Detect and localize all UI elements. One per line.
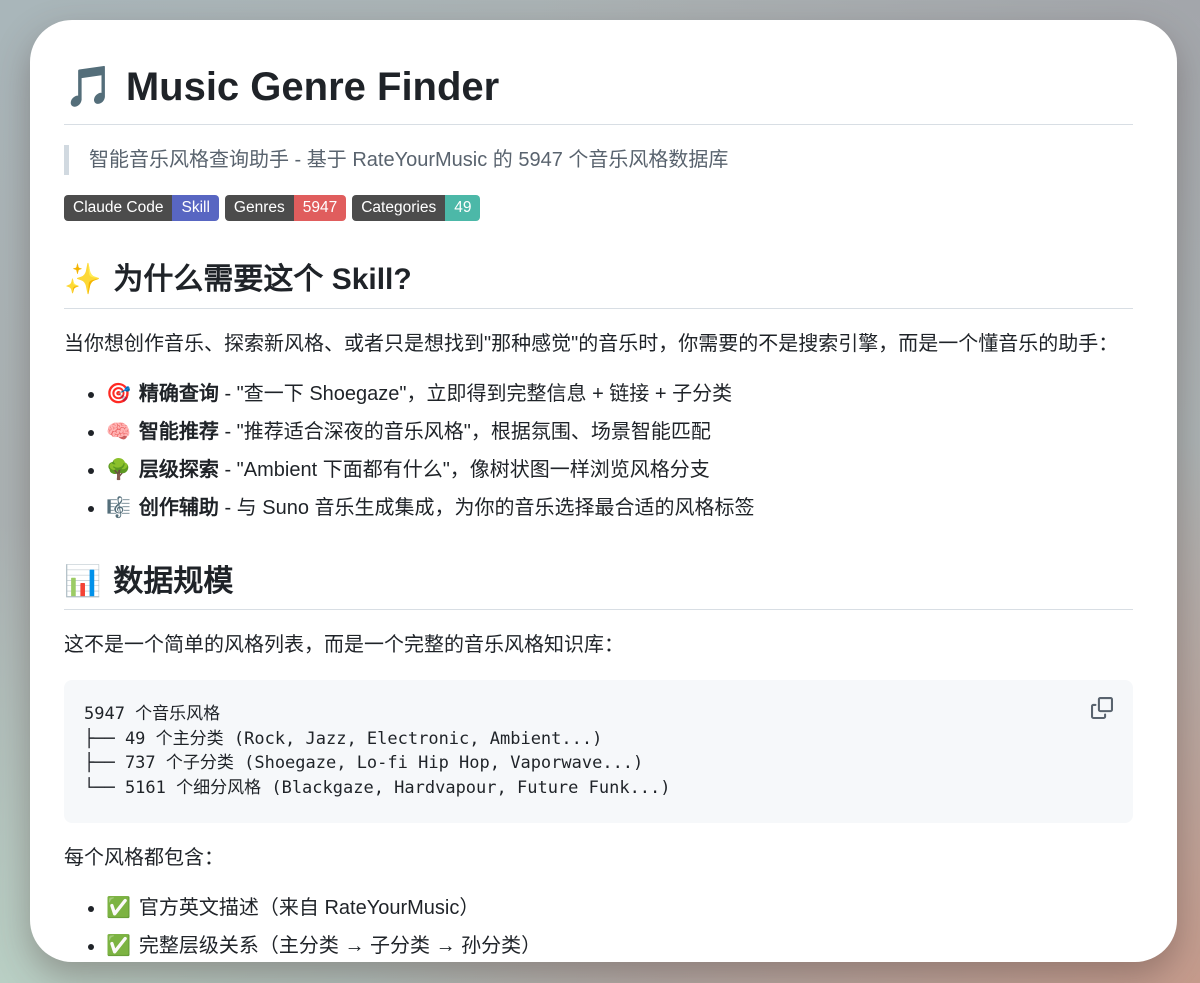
copy-icon: [1091, 696, 1113, 722]
musical-score-emoji: 🎼: [106, 496, 131, 519]
badge-row: Claude Code Skill Genres 5947 Categories 49: [64, 195, 1133, 221]
tree-emoji: 🌳: [106, 458, 131, 481]
dart-emoji: 🎯: [106, 382, 131, 405]
badge-label: Categories: [352, 195, 446, 221]
includes-text: 完整层级关系（主分类 → 子分类 → 孙分类）: [138, 934, 542, 957]
feature-label: 精确查询: [138, 382, 219, 405]
check-mark-emoji: ✅: [106, 934, 131, 957]
badge-categories-count: Categories 49: [352, 195, 481, 221]
subtitle-text: 智能音乐风格查询助手 - 基于 RateYourMusic 的 5947 个音乐…: [89, 149, 729, 171]
data-intro-paragraph: 这不是一个简单的风格列表，而是一个完整的音乐风格知识库：: [64, 634, 624, 656]
feature-label: 层级探索: [138, 458, 219, 481]
includes-item-hierarchy: ✅ 完整层级关系（主分类 → 子分类 → 孙分类）: [106, 931, 1133, 961]
badge-label: Claude Code: [64, 195, 173, 221]
includes-text: 官方英文描述（来自 RateYourMusic）: [138, 896, 480, 919]
readme-card: 🎵 Music Genre Finder 智能音乐风格查询助手 - 基于 Rate…: [30, 20, 1177, 962]
includes-item-description: ✅ 官方英文描述（来自 RateYourMusic）: [106, 893, 1133, 923]
feature-item-creation-assist: 🎼 创作辅助 - 与 Suno 音乐生成集成，为你的音乐选择最合适的风格标签: [106, 493, 1133, 523]
feature-label: 创作辅助: [138, 496, 219, 519]
badge-value: Skill: [172, 195, 219, 221]
section-data-heading-text: 数据规模: [113, 564, 234, 598]
feature-text: - "Ambient 下面都有什么"，像树状图一样浏览风格分支: [218, 458, 710, 481]
genre-tree-code-block: 5947 个音乐风格 ├── 49 个主分类 (Rock, Jazz, Elec…: [64, 680, 1133, 823]
includes-list: ✅ 官方英文描述（来自 RateYourMusic） ✅ 完整层级关系（主分类 → …: [64, 893, 1133, 961]
genre-tree-text: 5947 个音乐风格 ├── 49 个主分类 (Rock, Jazz, Elec…: [84, 704, 671, 798]
section-why-heading-text: 为什么需要这个 Skill?: [113, 263, 412, 296]
music-note-emoji: 🎵: [64, 65, 114, 109]
copy-code-button[interactable]: [1085, 692, 1119, 726]
feature-list: 🎯 精确查询 - "查一下 Shoegaze"，立即得到完整信息 + 链接 + 子…: [64, 379, 1133, 523]
section-data-heading: 📊 数据规模: [64, 563, 1133, 610]
feature-item-smart-recommend: 🧠 智能推荐 - "推荐适合深夜的音乐风格"，根据氛围、场景智能匹配: [106, 417, 1133, 447]
subtitle-blockquote: 智能音乐风格查询助手 - 基于 RateYourMusic 的 5947 个音乐…: [64, 145, 1133, 175]
brain-emoji: 🧠: [106, 420, 131, 443]
badge-value: 5947: [293, 195, 347, 221]
feature-text: - "推荐适合深夜的音乐风格"，根据氛围、场景智能匹配: [218, 420, 711, 443]
badge-genres-count: Genres 5947: [224, 195, 347, 221]
why-intro-paragraph: 当你想创作音乐、探索新风格、或者只是想找到"那种感觉"的音乐时，你需要的不是搜索…: [64, 332, 1119, 355]
badge-value: 49: [445, 195, 481, 221]
feature-item-precise-query: 🎯 精确查询 - "查一下 Shoegaze"，立即得到完整信息 + 链接 + 子…: [106, 379, 1133, 409]
feature-label: 智能推荐: [138, 420, 219, 443]
includes-intro-paragraph: 每个风格都包含：: [64, 846, 224, 869]
badge-claude-code-skill: Claude Code Skill: [64, 195, 219, 221]
bar-chart-emoji: 📊: [64, 564, 102, 598]
sparkles-emoji: ✨: [64, 263, 102, 296]
page-title: 🎵 Music Genre Finder: [64, 62, 1133, 125]
page-title-text: Music Genre Finder: [125, 65, 500, 109]
feature-text: - "查一下 Shoegaze"，立即得到完整信息 + 链接 + 子分类: [218, 382, 733, 405]
feature-item-hierarchy-explore: 🌳 层级探索 - "Ambient 下面都有什么"，像树状图一样浏览风格分支: [106, 455, 1133, 485]
check-mark-emoji: ✅: [106, 896, 131, 919]
feature-text: - 与 Suno 音乐生成集成，为你的音乐选择最合适的风格标签: [218, 496, 755, 519]
badge-label: Genres: [224, 195, 294, 221]
section-why-heading: ✨ 为什么需要这个 Skill?: [64, 261, 1133, 309]
